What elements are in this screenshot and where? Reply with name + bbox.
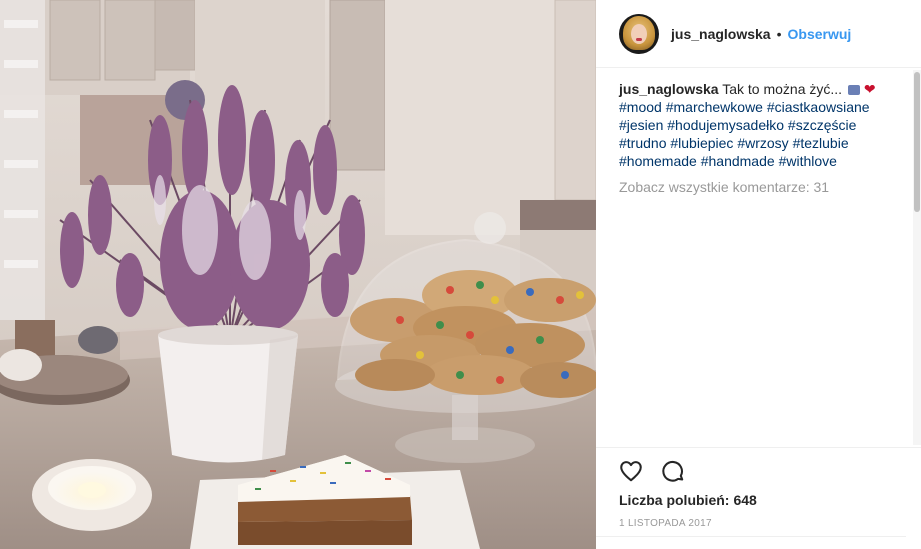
username-link[interactable]: jus_naglowska — [671, 26, 771, 42]
camera-emoji-icon — [847, 85, 860, 95]
comments-section: jus_naglowska Tak to można żyć... ❤ #moo… — [619, 80, 904, 196]
avatar[interactable] — [619, 13, 659, 54]
hashtag-hodujemysadelko[interactable]: #hodujemysadełko — [667, 117, 784, 133]
post-photo[interactable] — [0, 0, 596, 549]
hashtag-withlove[interactable]: #withlove — [779, 153, 837, 169]
likes-count[interactable]: Liczba polubień: 648 — [619, 492, 757, 508]
avatar-lips — [636, 37, 642, 41]
separator-dot: • — [776, 25, 782, 42]
post-date[interactable]: 1 LISTOPADA 2017 — [619, 518, 712, 529]
likes-label: Liczba polubień: — [619, 492, 730, 508]
hashtag-szczescie[interactable]: #szczęście — [788, 117, 856, 133]
post-header: jus_naglowska • Obserwuj — [596, 0, 921, 68]
view-all-comments-link[interactable]: Zobacz wszystkie komentarze: 31 — [619, 178, 904, 196]
speech-bubble-icon[interactable] — [660, 458, 686, 484]
hashtag-lubiepiec[interactable]: #lubiepiec — [670, 135, 733, 151]
hashtag-trudno[interactable]: #trudno — [619, 135, 666, 151]
hashtag-ciastkaowsiane[interactable]: #ciastkaowsiane — [767, 99, 870, 115]
photo-illustration — [0, 0, 596, 549]
action-icons — [618, 458, 686, 484]
hashtag-tezlubie[interactable]: #tezlubie — [793, 135, 849, 151]
hashtag-mood[interactable]: #mood — [619, 99, 662, 115]
post-sidebar: jus_naglowska • Obserwuj jus_naglowska T… — [596, 0, 921, 549]
follow-button[interactable]: Obserwuj — [788, 26, 852, 42]
post-actions: Liczba polubień: 648 1 LISTOPADA 2017 — [596, 447, 921, 549]
caption-text: Tak to można żyć... — [722, 81, 843, 97]
hashtag-jesien[interactable]: #jesien — [619, 117, 663, 133]
hashtag-homemade[interactable]: #homemade — [619, 153, 697, 169]
scrollbar-thumb[interactable] — [914, 72, 920, 212]
heart-emoji-icon: ❤ — [863, 81, 876, 97]
divider — [596, 536, 906, 537]
avatar-face — [631, 23, 647, 44]
comments-scrollbar[interactable] — [913, 70, 921, 445]
hashtag-handmade[interactable]: #handmade — [701, 153, 775, 169]
hashtag-marchewkowe[interactable]: #marchewkowe — [666, 99, 763, 115]
caption-username[interactable]: jus_naglowska — [619, 81, 719, 97]
hashtag-wrzosy[interactable]: #wrzosy — [737, 135, 788, 151]
heart-outline-icon[interactable] — [618, 458, 644, 484]
likes-number: 648 — [733, 492, 757, 508]
caption: jus_naglowska Tak to można żyć... ❤ #moo… — [619, 80, 904, 170]
